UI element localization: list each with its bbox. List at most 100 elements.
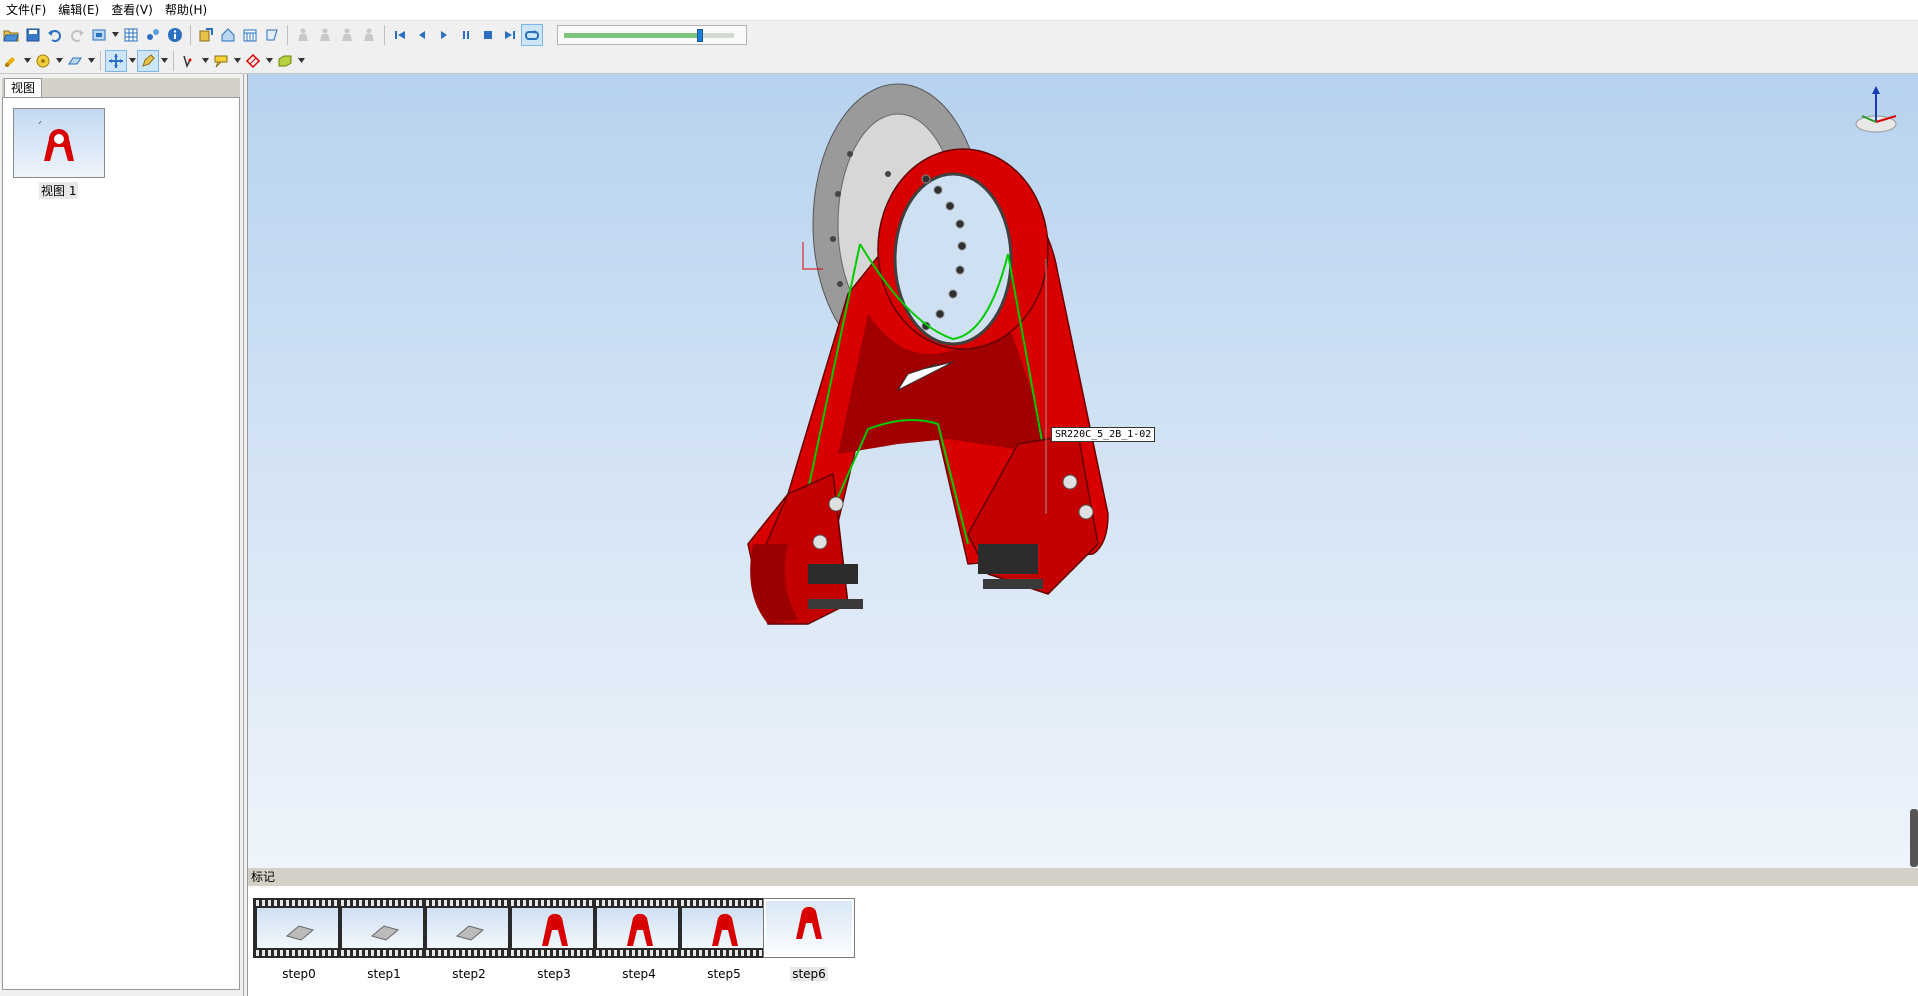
marker-item[interactable]: step0 [253,898,345,988]
light-button[interactable] [0,50,22,72]
figure-button-4[interactable] [358,24,380,46]
views-panel: 视图 视图 1 [0,74,244,996]
move-dropdown[interactable] [127,50,137,72]
home-view-button[interactable] [217,24,239,46]
marker-item[interactable]: step1 [338,898,430,988]
fit-view-dropdown[interactable] [110,24,120,46]
menu-edit[interactable]: 编辑(E) [52,0,105,20]
marker-item[interactable]: step6 [763,898,855,988]
axis-triad-icon[interactable] [1848,84,1908,144]
explode-icon [147,28,159,40]
play-button[interactable] [433,24,455,46]
fit-view-button[interactable] [88,24,110,46]
hide-button[interactable] [274,50,296,72]
view-thumbnail-model [38,120,74,161]
figure-button-1[interactable] [292,24,314,46]
marker-item[interactable]: step4 [593,898,685,988]
marker-label-text: step0 [282,967,316,981]
tab-views[interactable]: 视图 [4,78,42,97]
annotation-button[interactable] [210,50,232,72]
chevron-down-icon [297,58,305,63]
menu-file[interactable]: 文件(F) [0,0,52,20]
marker-label-text: step2 [452,967,486,981]
chevron-down-icon [160,58,168,63]
tilt-view-button[interactable] [261,24,283,46]
hide-dropdown[interactable] [296,50,306,72]
marker-thumbnail[interactable] [253,898,345,958]
playback-slider[interactable] [557,24,747,45]
film-strip-holes [338,950,430,956]
paint-dropdown[interactable] [159,50,169,72]
open-button[interactable] [0,24,22,46]
view-thumbnail[interactable] [13,108,105,178]
annotation-icon [214,55,228,67]
export-button[interactable] [195,24,217,46]
explode-button[interactable] [142,24,164,46]
move-button[interactable] [105,49,127,72]
menu-help[interactable]: 帮助(H) [159,0,213,20]
redo-button[interactable] [66,24,88,46]
eraser-icon [245,53,261,68]
calendar-button[interactable] [239,24,261,46]
tilt-view-icon [266,29,278,40]
playback-thumb[interactable] [697,28,703,42]
marker-thumbnail[interactable] [678,898,770,958]
render-icon [36,54,50,67]
measure-dropdown[interactable] [200,50,210,72]
marker-preview [427,908,511,948]
section-icon [68,57,82,64]
model-callout[interactable]: SR220C_5_2B_1-02 [1051,427,1156,442]
grid-button[interactable] [120,24,142,46]
marker-item[interactable]: step3 [508,898,600,988]
info-button[interactable] [164,24,186,46]
marker-label: step2 [423,967,515,981]
loop-button[interactable] [521,23,543,46]
render-dropdown[interactable] [54,50,64,72]
marker-label: step3 [508,967,600,981]
annotation-dropdown[interactable] [232,50,242,72]
paint-button[interactable] [137,49,159,72]
marker-label-text: step4 [622,967,656,981]
render-button[interactable] [32,50,54,72]
undo-button[interactable] [44,24,66,46]
marker-item[interactable]: step2 [423,898,515,988]
measure-button[interactable] [178,50,200,72]
figure-icon [342,28,352,41]
3d-viewport[interactable]: SR220C_5_2B_1-02 [247,74,1918,868]
first-frame-button[interactable] [389,24,411,46]
playback-fill [564,32,700,38]
light-dropdown[interactable] [22,50,32,72]
views-list: 视图 1 [2,97,240,990]
viewport-scroll-handle[interactable] [1910,809,1918,867]
marker-thumbnail[interactable] [508,898,600,958]
main-toolbar [0,22,1918,47]
chevron-down-icon [265,58,273,63]
eraser-button[interactable] [242,50,264,72]
figure-button-3[interactable] [336,24,358,46]
marker-label-text: step5 [707,967,741,981]
eraser-dropdown[interactable] [264,50,274,72]
prev-frame-button[interactable] [411,24,433,46]
pause-button[interactable] [455,24,477,46]
marker-item[interactable]: step5 [678,898,770,988]
save-button[interactable] [22,24,44,46]
marker-thumbnail[interactable] [423,898,515,958]
chevron-down-icon [23,58,31,63]
section-dropdown[interactable] [86,50,96,72]
section-button[interactable] [64,50,86,72]
marker-thumbnail[interactable] [338,898,430,958]
menu-view[interactable]: 查看(V) [105,0,159,20]
film-strip-holes [508,950,600,956]
figure-button-2[interactable] [314,24,336,46]
fit-view-icon [92,29,106,40]
save-icon [26,28,40,41]
measure-icon [183,55,192,68]
chevron-down-icon [201,58,209,63]
stop-button[interactable] [477,24,499,46]
figure-icon [298,28,308,41]
marker-thumbnail[interactable] [763,898,855,958]
marker-thumbnail[interactable] [593,898,685,958]
film-strip-holes [593,950,685,956]
last-frame-button[interactable] [499,24,521,46]
film-strip-holes [423,950,515,956]
